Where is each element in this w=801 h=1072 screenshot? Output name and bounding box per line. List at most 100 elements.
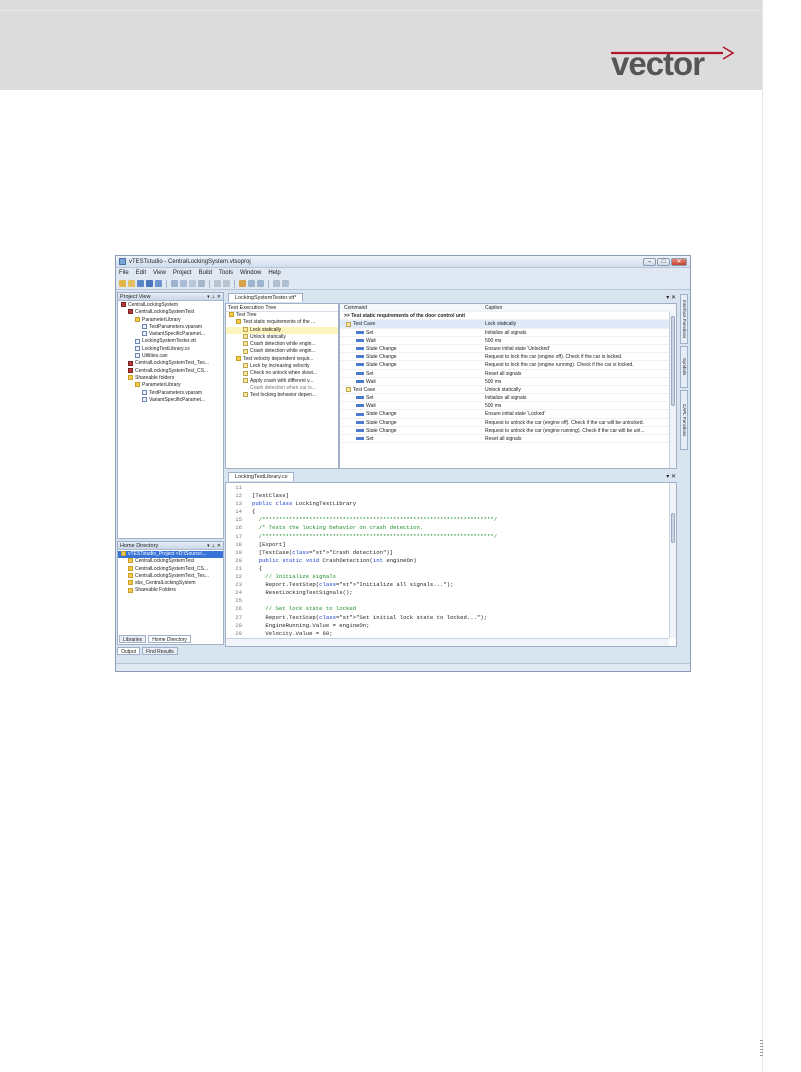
find-icon[interactable] <box>239 280 246 287</box>
command-arrow-icon <box>356 363 364 367</box>
test-case-icon <box>243 363 248 369</box>
tree-item[interactable]: Apply crash with different v... <box>226 378 338 385</box>
tree-item[interactable]: VariantSpecificParamet... <box>118 397 223 404</box>
command-row[interactable]: Set Reset all signals <box>340 435 676 444</box>
back-icon[interactable] <box>273 280 280 287</box>
tab-locking-system-tester[interactable]: LockingSystemTester.vtt* <box>228 293 304 302</box>
tab-libraries[interactable]: Libraries <box>119 635 147 643</box>
command-row[interactable]: State Change Request to lock the car (eng… <box>340 361 676 370</box>
pin-close-icon[interactable]: ▾ ⊥ ✕ <box>207 542 221 550</box>
tree-item[interactable]: ParameterLibrary <box>118 382 223 389</box>
undo-icon[interactable] <box>214 280 221 287</box>
tree-item[interactable]: vTESTstudio_Project <D:\Source\... <box>118 551 223 559</box>
command-row[interactable]: State Change Ensure initial state 'Locked… <box>340 410 676 419</box>
new-icon[interactable] <box>119 280 126 287</box>
command-row[interactable]: Set Initialize all signals <box>340 329 676 337</box>
tree-item[interactable]: LockingTestLibrary.cs <box>118 346 223 353</box>
tree-item[interactable]: CentralLockingSystemTest_CS... <box>118 368 223 375</box>
delete-icon[interactable] <box>198 280 205 287</box>
side-tab-interface-functions[interactable]: Interface Functions <box>680 294 688 344</box>
tree-item[interactable]: Utilities.can <box>118 353 223 360</box>
test-tree-header: Test Execution Tree <box>226 304 338 312</box>
code-close-icon[interactable]: ▾ ✕ <box>666 473 676 480</box>
command-row[interactable]: State Change Request to lock the car (eng… <box>340 353 676 362</box>
command-row[interactable]: Test Case Unlock statically <box>340 386 676 395</box>
menu-window[interactable]: Window <box>240 270 261 276</box>
tree-item[interactable]: TestParameters.vparam <box>118 390 223 397</box>
command-row[interactable]: State Change Request to unlock the car (e… <box>340 419 676 427</box>
command-row[interactable]: Wait 500 ms <box>340 402 676 411</box>
build-icon[interactable] <box>155 280 162 287</box>
tree-item[interactable]: Check no unlock when slowi... <box>226 370 338 377</box>
settings-icon[interactable] <box>257 280 264 287</box>
grid-scrollbar[interactable] <box>669 312 676 468</box>
tree-item[interactable]: CentralLockingSystemTest_Tes... <box>118 573 223 580</box>
menu-tools[interactable]: Tools <box>219 270 233 276</box>
pin-close-icon[interactable]: ▾ ⊥ ✕ <box>207 293 221 301</box>
tree-item[interactable]: Shareable folders <box>118 375 223 382</box>
tree-item[interactable]: Crash detection when car is... <box>226 385 338 392</box>
maximize-button[interactable]: □ <box>657 258 670 266</box>
save-all-icon[interactable] <box>146 280 153 287</box>
editor-close-icon[interactable]: ▾ ✕ <box>666 294 676 301</box>
command-row[interactable]: State Change Ensure initial state 'Unlock… <box>340 345 676 354</box>
tree-item[interactable]: CentralLockingSystemTest <box>118 558 223 565</box>
tree-item[interactable]: CentralLockingSystemTest_Tes... <box>118 360 223 367</box>
menu-edit[interactable]: Edit <box>136 270 146 276</box>
menu-help[interactable]: Help <box>268 270 280 276</box>
code-line: 29 Velocity.Value = 60; <box>226 630 676 638</box>
command-row[interactable]: Set Initialize all signals <box>340 394 676 403</box>
command-row[interactable]: Wait 500 ms <box>340 337 676 345</box>
tree-item[interactable]: TestParameters.vparam <box>118 324 223 331</box>
tree-item[interactable]: Unlock statically <box>226 334 338 341</box>
menu-view[interactable]: View <box>153 270 166 276</box>
tree-item[interactable]: Shareable Folders <box>118 587 223 594</box>
tree-item[interactable]: CentralLockingSystemTest_CS... <box>118 566 223 573</box>
forward-icon[interactable] <box>282 280 289 287</box>
tree-item[interactable]: Test velocity dependent requir... <box>226 356 338 363</box>
tree-item[interactable]: Test Tree <box>226 312 338 319</box>
grid-scroll-thumb[interactable] <box>671 316 675 406</box>
code-hscrollbar[interactable] <box>226 638 669 646</box>
print-icon[interactable] <box>248 280 255 287</box>
tab-find-results[interactable]: Find Results <box>142 647 178 655</box>
tree-item[interactable]: sbs_CentralLockingSystem <box>118 580 223 587</box>
tree-item[interactable]: ParameterLibrary <box>118 317 223 324</box>
tree-item[interactable]: Lock statically <box>226 326 338 334</box>
tree-item[interactable]: CentralLockingSystemTest <box>118 309 223 316</box>
command-row[interactable]: State Change Request to unlock the car (e… <box>340 427 676 435</box>
paste-icon[interactable] <box>189 280 196 287</box>
command-row[interactable]: Test Case Lock statically <box>340 320 676 329</box>
tree-item[interactable]: Test static requirements of the ... <box>226 319 338 326</box>
tree-item[interactable]: Test locking behavior depen... <box>226 392 338 399</box>
open-icon[interactable] <box>128 280 135 287</box>
cut-icon[interactable] <box>171 280 178 287</box>
command-row[interactable]: Wait 500 ms <box>340 378 676 386</box>
side-tab-capl-functions[interactable]: CAPL Functions <box>680 390 688 450</box>
menu-file[interactable]: File <box>119 270 129 276</box>
code-scrollbar[interactable] <box>669 483 676 638</box>
tree-item-label: CentralLockingSystemTest <box>135 309 195 316</box>
tree-item[interactable]: LockingSystemTester.vtt <box>118 338 223 345</box>
menu-build[interactable]: Build <box>199 270 212 276</box>
tab-locking-test-library[interactable]: LockingTestLibrary.cs <box>228 472 295 481</box>
command-row[interactable]: Set Reset all signals <box>340 370 676 378</box>
tree-item[interactable]: VariantSpecificParamet... <box>118 331 223 338</box>
tree-item[interactable]: Lock by increasing velocity <box>226 363 338 370</box>
save-icon[interactable] <box>137 280 144 287</box>
side-tab-symbols[interactable]: Symbols <box>680 346 688 388</box>
tab-home-directory[interactable]: Home Directory <box>148 635 191 643</box>
close-button[interactable]: ✕ <box>671 258 687 266</box>
tab-output[interactable]: Output <box>117 647 141 655</box>
menu-project[interactable]: Project <box>173 270 192 276</box>
grid-group-row[interactable]: >> Test static requirements of the door … <box>340 312 676 321</box>
redo-icon[interactable] <box>223 280 230 287</box>
code-editor[interactable]: 11 12 [TestClass] 13 public class LockingTes… <box>225 482 677 647</box>
code-scroll-thumb[interactable] <box>671 513 675 543</box>
minimize-button[interactable]: – <box>643 258 656 266</box>
tree-item[interactable]: Crash detection while engin... <box>226 341 338 348</box>
tree-item[interactable]: CentralLockingSystem <box>118 302 223 309</box>
tree-item[interactable]: Crash detection while engin... <box>226 348 338 355</box>
col-caption: Caption <box>485 305 503 311</box>
copy-icon[interactable] <box>180 280 187 287</box>
